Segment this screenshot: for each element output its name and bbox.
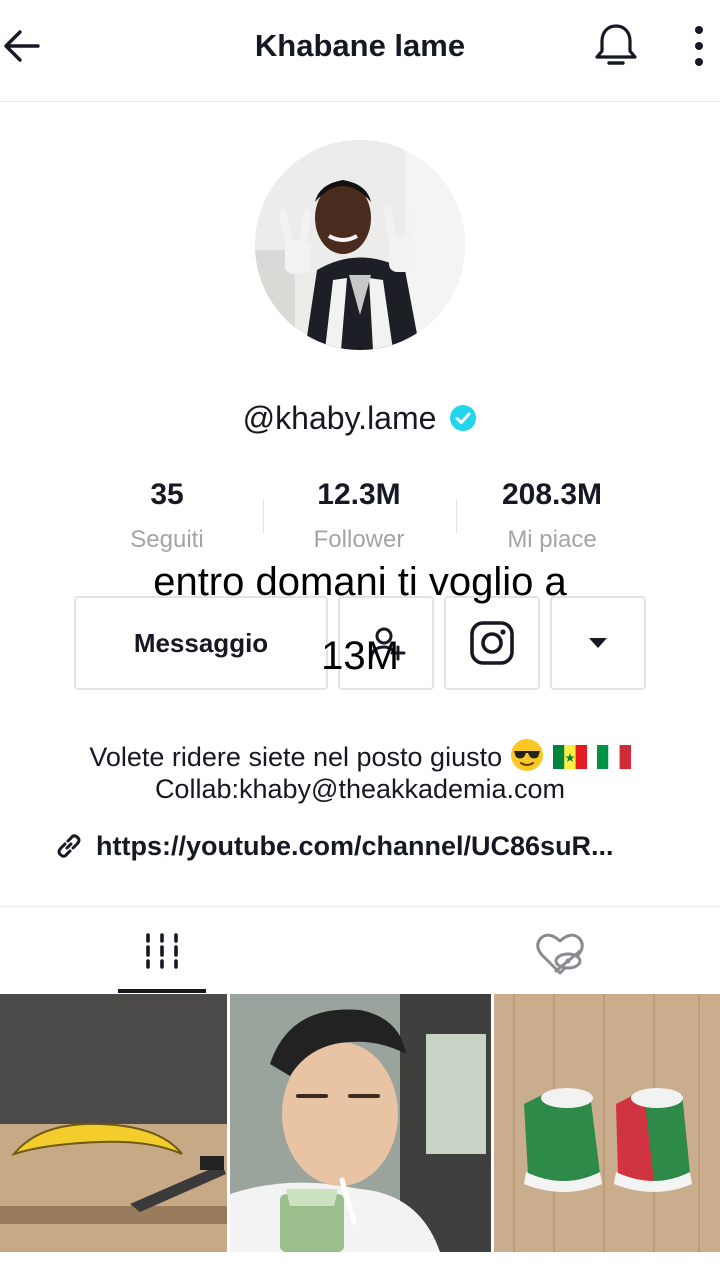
active-tab-indicator bbox=[118, 989, 206, 993]
grid-videos-icon bbox=[146, 933, 178, 969]
stat-followers[interactable]: 12.3M Follower bbox=[259, 478, 459, 554]
bio-text-1: Volete ridere siete nel posto giusto bbox=[89, 742, 503, 772]
verified-badge-icon bbox=[450, 405, 477, 431]
bio-line-2: Collab:khaby@theakkademia.com bbox=[154, 774, 566, 804]
link-icon bbox=[57, 834, 81, 858]
stat-following[interactable]: 35 Seguiti bbox=[67, 478, 267, 554]
bio-line-1: Volete ridere siete nel posto giusto bbox=[0, 738, 720, 773]
top-bar: Khabane lame bbox=[0, 0, 720, 102]
profile-link-text: https://youtube.com/channel/UC86suR... bbox=[96, 830, 614, 861]
italy-flag bbox=[596, 745, 631, 769]
username: @khaby.lame bbox=[242, 400, 437, 436]
likes-label: Mi piace bbox=[507, 526, 597, 553]
video-caption-line-1: entro domani ti voglio a bbox=[153, 560, 567, 604]
video-caption-line-2: 13M bbox=[321, 634, 399, 678]
tab-videos[interactable] bbox=[118, 907, 206, 995]
video-thumb-banana[interactable] bbox=[0, 994, 227, 1252]
followers-count: 12.3M bbox=[317, 478, 401, 511]
bell-icon[interactable] bbox=[590, 20, 642, 72]
tab-liked-videos[interactable] bbox=[520, 919, 600, 983]
video-thumb-cups[interactable] bbox=[494, 994, 720, 1252]
likes-count: 208.3M bbox=[501, 478, 603, 511]
profile-tabs bbox=[0, 906, 720, 994]
followers-label: Follower bbox=[313, 526, 405, 553]
senegal-flag bbox=[553, 745, 588, 769]
video-thumb-man-drinking[interactable] bbox=[230, 994, 491, 1252]
profile-link[interactable]: https://youtube.com/channel/UC86suR... bbox=[54, 828, 614, 864]
hidden-liked-icon bbox=[536, 933, 584, 975]
following-count: 35 bbox=[150, 478, 184, 511]
more-vertical-icon[interactable] bbox=[684, 20, 714, 72]
username-row: @khaby.lame bbox=[0, 400, 720, 437]
sunglasses-emoji bbox=[510, 739, 543, 771]
stat-likes[interactable]: 208.3M Mi piace bbox=[452, 478, 652, 554]
avatar[interactable] bbox=[255, 140, 465, 350]
bottom-strip bbox=[0, 1252, 720, 1280]
following-label: Seguiti bbox=[130, 526, 204, 553]
